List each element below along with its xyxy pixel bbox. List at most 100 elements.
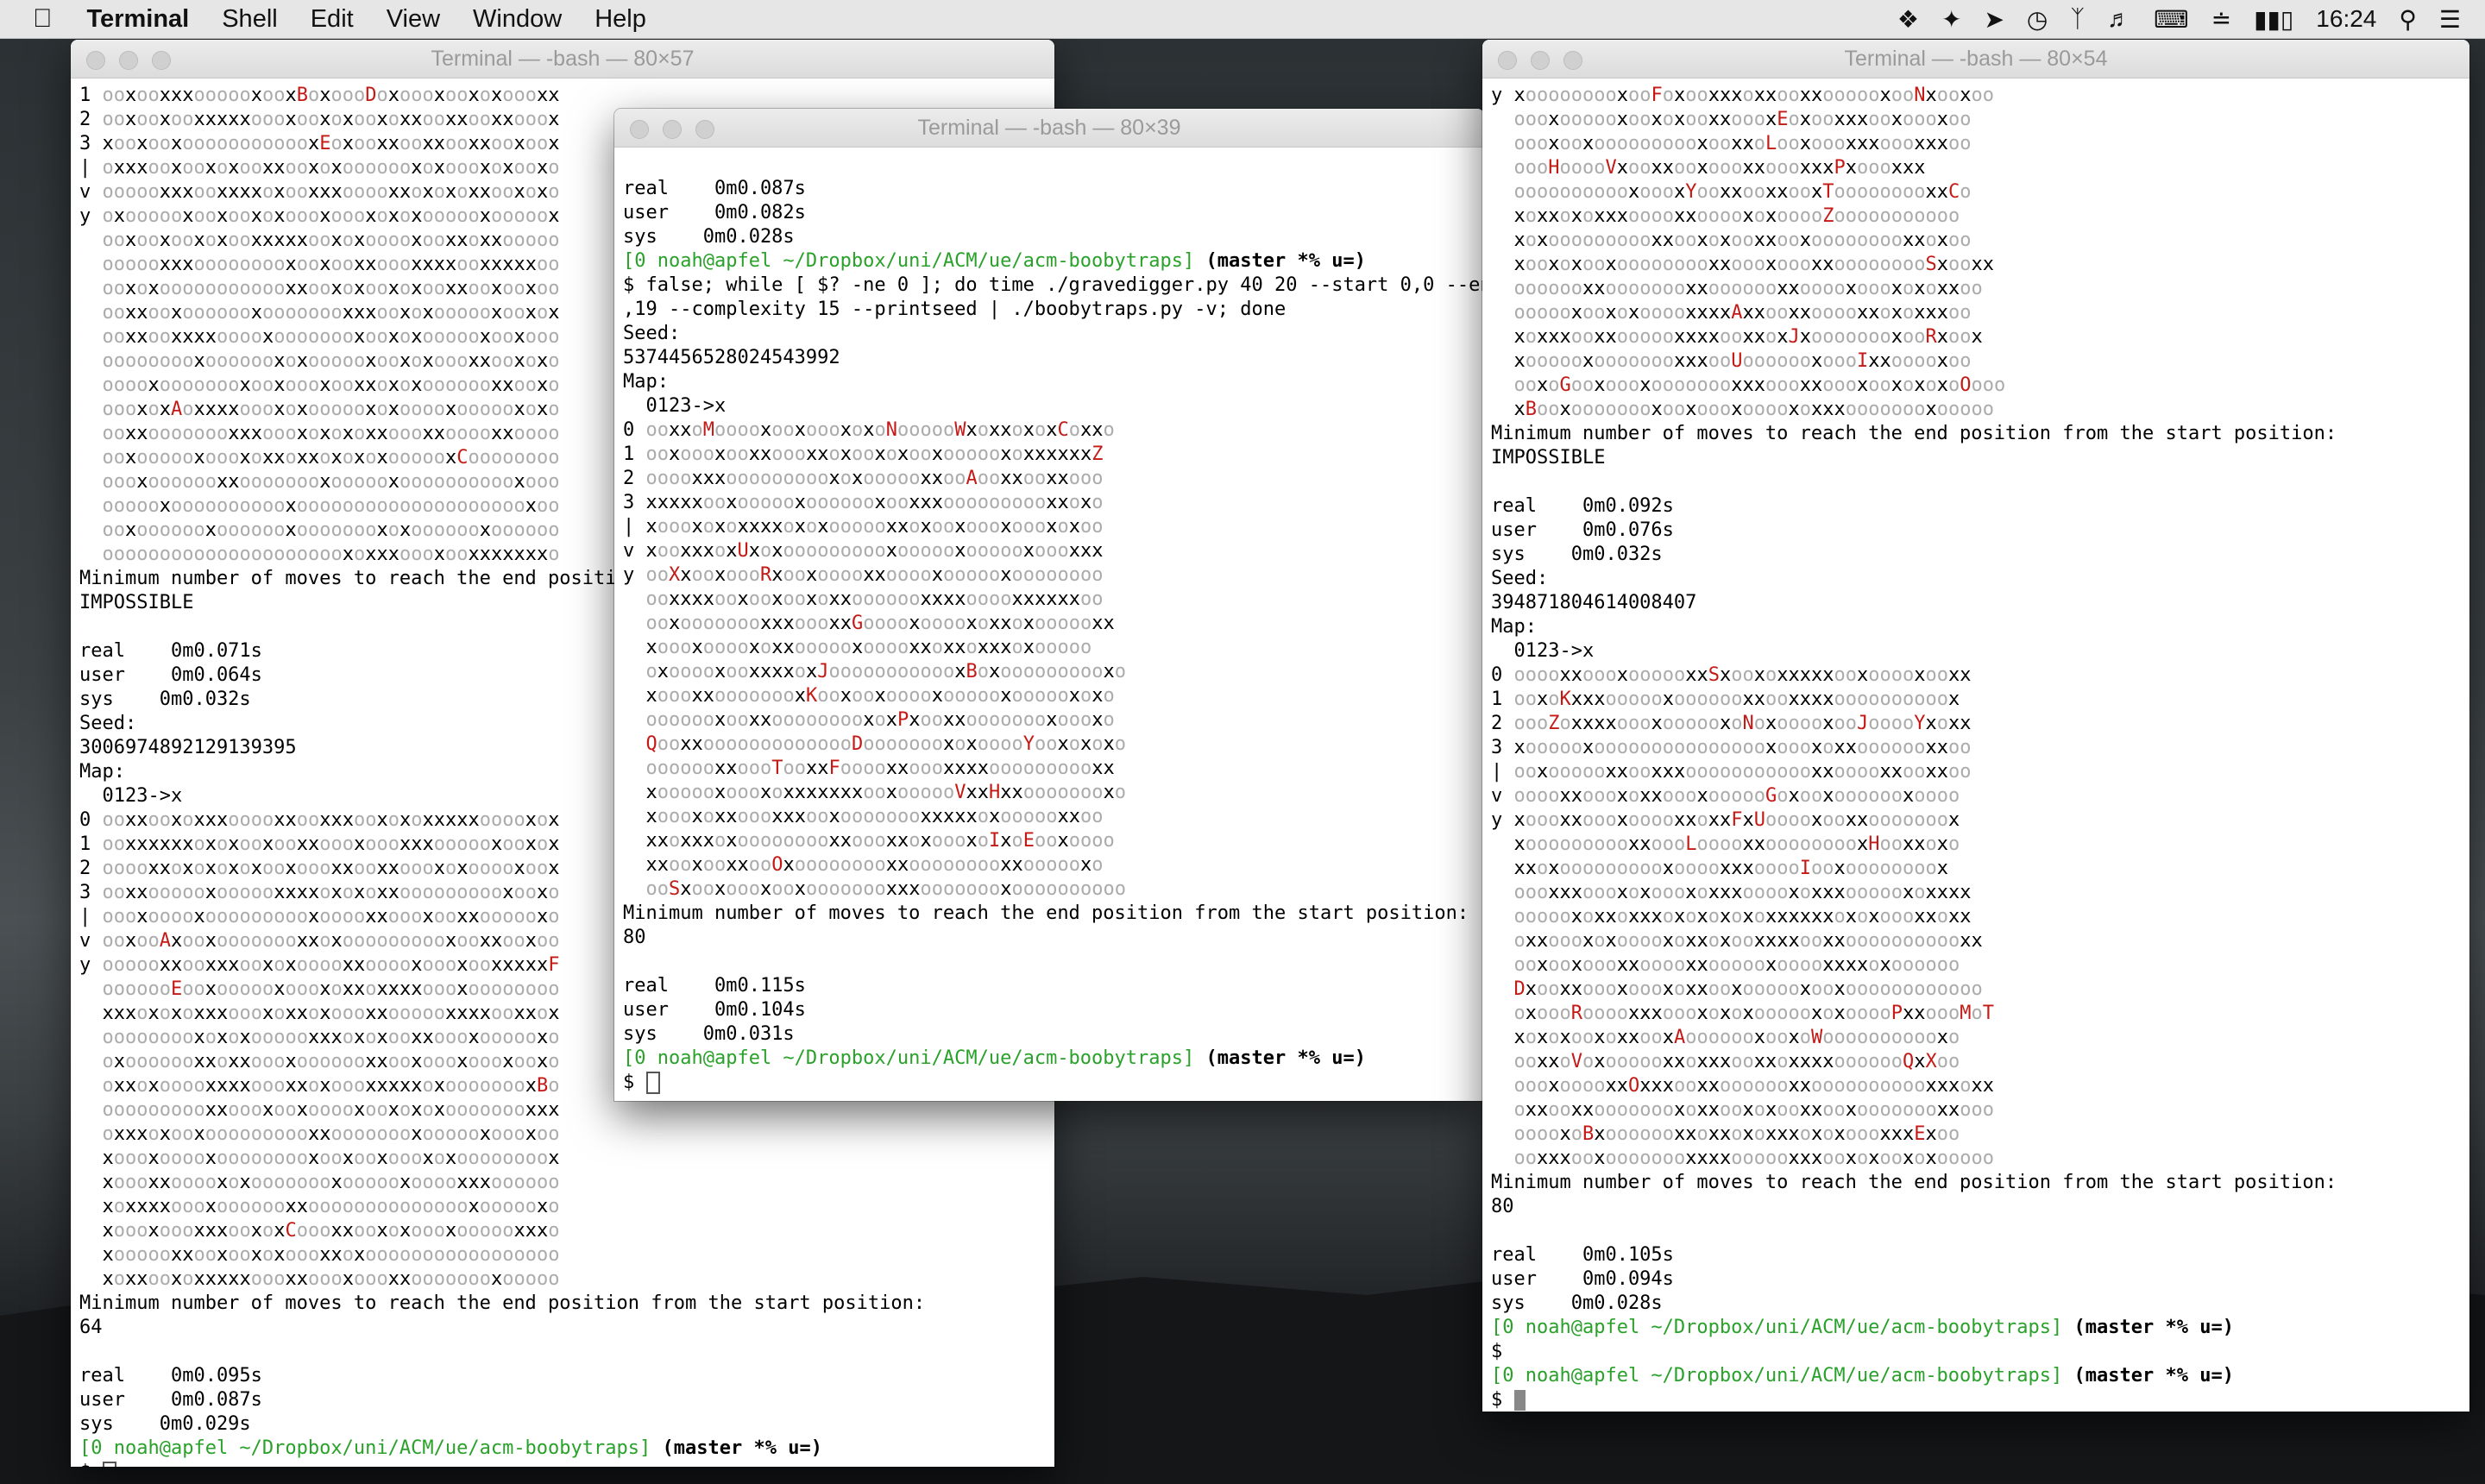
output-line: 5374456528024543992 xyxy=(623,347,840,368)
map-row: xoxxooxoxxxxxoooxxoooxoooxxoooooooxooooo xyxy=(79,1268,560,1290)
output-line: user 0m0.104s xyxy=(623,999,806,1021)
zoom-button[interactable] xyxy=(152,51,171,70)
menu-window[interactable]: Window xyxy=(473,5,562,34)
wifi-icon[interactable]: ≐ xyxy=(2211,5,2231,34)
input-line: $ xyxy=(623,1071,1475,1095)
output-line: 80 xyxy=(623,927,646,948)
map-row: 1 ooxoKxxxoooooxooooooxxooxxxxoooooooooo… xyxy=(1491,689,1960,710)
prompt-line: [0 noah@apfel ~/Dropbox/uni/ACM/ue/acm-b… xyxy=(623,1047,1366,1069)
input-line: $ xyxy=(1491,1341,1503,1362)
output-line: real 0m0.105s xyxy=(1491,1244,1674,1266)
bluetooth-icon[interactable]: ᛉ xyxy=(2070,5,2085,33)
map-row: oooxooxoooooooooxooxxoLooxoooxxxoooxxxoo xyxy=(1513,133,1972,154)
zoom-button[interactable] xyxy=(695,120,714,139)
output-line: sys 0m0.028s xyxy=(1491,1292,1663,1314)
map-row: xxooxooxxooOxooooooooxxooooooooxxoooooxo xyxy=(623,854,1104,876)
menu-app-terminal[interactable]: Terminal xyxy=(87,5,190,34)
map-row: ooooooooooxoooxYooxxooxxooxTooooooooxxCo xyxy=(1513,181,1972,203)
map-row: ooxxoVoxoooooxxoxxxooxxoxxxxooooooQxXoo xyxy=(1513,1051,1960,1072)
terminal-window-middle[interactable]: Terminal — -bash — 80×39 real 0m0.087s us… xyxy=(614,109,1484,1101)
map-row: oooHooooVxooxxooxoooxxoooxxxPxoooxxx xyxy=(1513,157,1926,179)
close-button[interactable] xyxy=(86,51,105,70)
output-line: real 0m0.087s xyxy=(623,178,806,199)
twitter-icon[interactable]: ✦ xyxy=(1941,5,1961,34)
window-title: Terminal — -bash — 80×39 xyxy=(917,116,1181,140)
minimize-button[interactable] xyxy=(1531,51,1550,70)
map-row: 1 ooxoooxooxxoooxxoxooxoxooxoooooxoxxxxx… xyxy=(623,443,1104,465)
output-line: real 0m0.092s xyxy=(1491,495,1674,517)
map-row: ooxooxoooxxooooxxoooooxooooxxxxoxoooooo xyxy=(1513,954,1960,976)
map-row: oxxxoxooxoooooooooxxoooooooxoooooxoooxoo xyxy=(102,1123,560,1145)
map-row: oooxoooooxooxoxooxxoooxEoxooxxxooxoooxoo xyxy=(1513,109,1972,130)
cursor[interactable] xyxy=(645,1072,660,1094)
map-row: xoooxxooooxoxoooooooxoooooxooooxxxoooooo xyxy=(79,1172,560,1193)
terminal-window-right[interactable]: Terminal — -bash — 80×54 y xooooooooxooF… xyxy=(1482,40,2469,1412)
minimize-button[interactable] xyxy=(663,120,682,139)
map-row: oooooooooxxoooxooxooooxooxoxoxoooooooxxx xyxy=(102,1099,560,1121)
terminal-output[interactable]: y xooooooooxooFoxooxxxoxxooxxoooooxooNxo… xyxy=(1482,79,2469,1412)
map-row: oooooxoxxoxxxoxoxoxoxoxxxxxxoxoxoooxxoxx xyxy=(1513,906,1972,928)
output-line: real 0m0.115s xyxy=(623,975,806,997)
output-line: user 0m0.094s xyxy=(1491,1268,1674,1290)
menu-view[interactable]: View xyxy=(387,5,440,34)
map-row: 3 xxxxxooxoooooxooooooxooxxxoooooooooxxo… xyxy=(623,492,1104,513)
map-row: 2 ooooxxxoooooooooxoxoooooxxooAooxxooxxo… xyxy=(623,468,1104,489)
cursor[interactable] xyxy=(102,1462,116,1467)
map-row: y xoooxxoooxooooxxoxxFxUooooxooxxooooooo… xyxy=(1491,809,1960,831)
map-row: xoooxooooxooooooooxooxooxoooxoxoooooooox xyxy=(79,1148,560,1169)
prompt-line: [0 noah@apfel ~/Dropbox/uni/ACM/ue/acm-b… xyxy=(623,250,1366,272)
map-row: ooSxooxoooxooxoooooooxxxoooooooxoooooooo… xyxy=(645,878,1127,900)
keyboard-icon[interactable]: ⌨ xyxy=(2154,5,2188,34)
prompt-line: [0 noah@apfel ~/Dropbox/uni/ACM/ue/acm-b… xyxy=(1491,1365,2234,1387)
dropbox-icon[interactable]: ❖ xyxy=(1897,5,1919,34)
apple-icon[interactable]:  xyxy=(33,4,53,34)
map-row: xoooxoxxoooxxxooxoooooooxxxxxoxoooooxxoo xyxy=(623,806,1104,827)
output-line: user 0m0.082s xyxy=(623,202,806,223)
map-row: xxoxxxoxooooooooxxoooxxoxoooxoIxoEooxooo… xyxy=(623,830,1115,852)
map-row: xoooxoooxxxooxoxCoooxxooxoxoooxoooooxxxo xyxy=(79,1220,560,1242)
clock[interactable]: 16:24 xyxy=(2316,5,2376,33)
output-line: 394871804614008407 xyxy=(1491,592,1697,613)
time-machine-icon[interactable]: ◷ xyxy=(2027,5,2048,34)
volume-icon[interactable]: ♬ xyxy=(2107,5,2131,33)
window-titlebar[interactable]: Terminal — -bash — 80×39 xyxy=(614,109,1484,148)
window-titlebar[interactable]: Terminal — -bash — 80×57 xyxy=(71,40,1054,79)
output-line: 64 xyxy=(79,1317,103,1338)
menu-shell[interactable]: Shell xyxy=(222,5,278,34)
map-row: ooooooxxoooTooxxFooooxxoooxxxxooooooooox… xyxy=(645,758,1115,779)
map-row: xoooooxoooooooxxxooUooooooxoooIxxooooxoo xyxy=(1491,350,1972,372)
window-title: Terminal — -bash — 80×54 xyxy=(1844,47,2108,71)
command-line: ,19 --complexity 15 --printseed | ./boob… xyxy=(623,299,1287,320)
terminal-output[interactable]: real 0m0.087s user 0m0.082s sys 0m0.028s [0… xyxy=(614,148,1484,1100)
map-row: xoooooxxooxooxoxoooxxoxooooooooooooooooo xyxy=(79,1244,560,1266)
notification-center-icon[interactable]: ☰ xyxy=(2439,5,2461,34)
map-row: v ooooxxoooxoxxoooxoooooGoxooxooooooxooo… xyxy=(1491,785,1960,807)
battery-icon[interactable]: ▮▮▯ xyxy=(2254,5,2293,34)
output-line: sys 0m0.031s xyxy=(623,1023,795,1045)
map-row: y xooooooooxooFoxooxxxoxxooxxoooooxooNxo… xyxy=(1491,85,1994,106)
map-row: oxoooRooooxxxoooxoxoxoooooxoxooooPxxoooM… xyxy=(1513,1003,1995,1024)
map-row: | xoooxoxoxxxxoxoxoooooxxoxooxoooxoooxox… xyxy=(623,516,1104,538)
map-row: xoooxxoooooooxKooxooxooooxoooooxoooooxox… xyxy=(623,685,1115,707)
minimize-button[interactable] xyxy=(119,51,138,70)
output-line: Map: xyxy=(1491,616,1537,638)
map-row: 0 ooxxoMooooxooxoooxoxoNoooooWxoxxoxoxCo… xyxy=(623,419,1115,441)
output-line: Map: xyxy=(623,371,669,393)
spotlight-search-icon[interactable]: ⚲ xyxy=(2399,5,2417,34)
cursor-icon[interactable]: ➤ xyxy=(1984,5,2004,34)
cursor[interactable] xyxy=(1513,1390,1526,1411)
menu-help[interactable]: Help xyxy=(595,5,646,34)
map-row: oooooxooxoxooooxxxxAxxooxxooooxxoxoxxxoo xyxy=(1513,302,1972,324)
map-row: xoxoooooooooxxooxoxooxxooxooooooooxxoxoo xyxy=(1491,230,1972,251)
output-line: Seed: xyxy=(623,323,681,344)
close-button[interactable] xyxy=(1498,51,1517,70)
menu-bar:  Terminal Shell Edit View Window Help ❖… xyxy=(0,0,2485,39)
map-row: QooxxoooooooooooooDoooooooxoxooooYooxoxo… xyxy=(645,733,1127,755)
window-titlebar[interactable]: Terminal — -bash — 80×54 xyxy=(1482,40,2469,79)
close-button[interactable] xyxy=(630,120,649,139)
menu-edit[interactable]: Edit xyxy=(311,5,354,34)
zoom-button[interactable] xyxy=(1563,51,1582,70)
